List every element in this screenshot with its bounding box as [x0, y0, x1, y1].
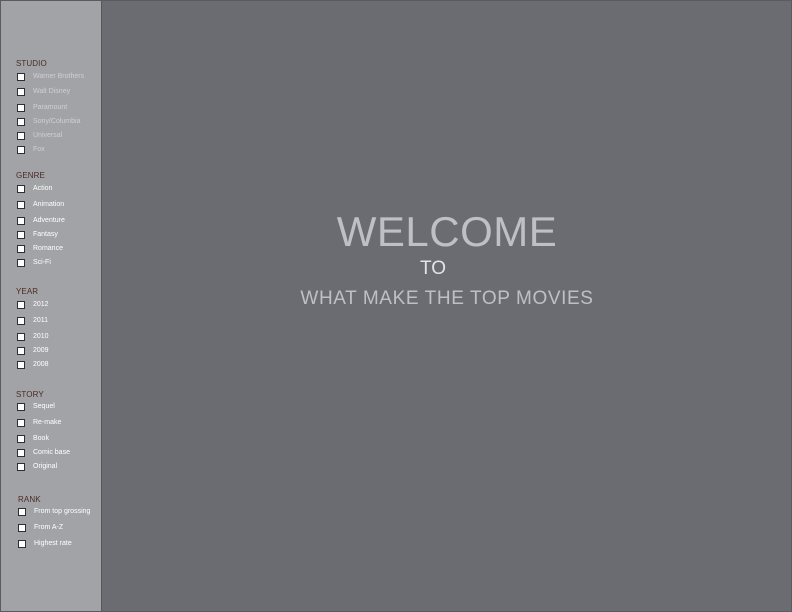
- option-label: Animation: [33, 201, 65, 208]
- studio-option-warner-brothers[interactable]: Warner Brothers: [17, 72, 84, 82]
- option-label: Action: [33, 185, 53, 192]
- option-label: Sequel: [33, 403, 55, 410]
- rank-section-title: RANK: [18, 495, 41, 504]
- checkbox[interactable]: [17, 435, 25, 443]
- studio-option-universal[interactable]: Universal: [17, 131, 62, 141]
- genre-option-fantasy[interactable]: Fantasy: [17, 230, 58, 240]
- year-section-title: YEAR: [16, 287, 39, 296]
- checkbox[interactable]: [17, 301, 25, 309]
- year-option-2010[interactable]: 2010: [17, 332, 49, 342]
- option-label: Sony/Columbia: [33, 118, 81, 125]
- story-option-original[interactable]: Original: [17, 462, 57, 472]
- app-window: STUDIO Warner Brothers Walt Disney Param…: [0, 0, 792, 612]
- option-label: Original: [33, 463, 58, 470]
- year-option-2008[interactable]: 2008: [17, 360, 49, 370]
- checkbox[interactable]: [17, 118, 25, 126]
- option-label: 2009: [33, 347, 49, 354]
- genre-option-adventure[interactable]: Adventure: [17, 216, 65, 226]
- welcome-heading: WELCOME: [336, 208, 558, 255]
- option-label: From top grossing: [34, 508, 91, 515]
- studio-option-paramount[interactable]: Paramount: [17, 103, 67, 113]
- checkbox[interactable]: [17, 259, 25, 267]
- checkbox[interactable]: [17, 146, 25, 154]
- option-label: Warner Brothers: [33, 73, 85, 80]
- checkbox[interactable]: [17, 347, 25, 355]
- checkbox[interactable]: [17, 361, 25, 369]
- checkbox[interactable]: [17, 104, 25, 112]
- story-option-re-make[interactable]: Re-make: [17, 418, 61, 428]
- genre-option-action[interactable]: Action: [17, 184, 52, 194]
- story-section-title: STORY: [16, 390, 44, 399]
- checkbox[interactable]: [18, 508, 26, 516]
- rank-option-highest-rate[interactable]: Highest rate: [18, 539, 72, 549]
- checkbox[interactable]: [17, 88, 25, 96]
- checkbox[interactable]: [17, 245, 25, 253]
- filter-sidebar: STUDIO Warner Brothers Walt Disney Param…: [1, 1, 101, 611]
- option-label: Sci-Fi: [33, 259, 51, 266]
- checkbox[interactable]: [17, 201, 25, 209]
- story-option-sequel[interactable]: Sequel: [17, 402, 55, 412]
- year-option-2011[interactable]: 2011: [17, 316, 48, 326]
- rank-option-a-z[interactable]: From A-Z: [18, 523, 63, 533]
- story-option-comic-base[interactable]: Comic base: [17, 448, 70, 458]
- main-content: WELCOME TO WHAT MAKE THE TOP MOVIES: [101, 1, 791, 611]
- genre-section-title: GENRE: [16, 171, 45, 180]
- checkbox[interactable]: [17, 185, 25, 193]
- studio-option-fox[interactable]: Fox: [17, 145, 45, 155]
- checkbox[interactable]: [17, 231, 25, 239]
- checkbox[interactable]: [17, 333, 25, 341]
- checkbox[interactable]: [18, 524, 26, 532]
- option-label: Comic base: [33, 449, 70, 456]
- option-label: Romance: [33, 245, 63, 252]
- welcome-to-text: TO: [419, 258, 447, 279]
- checkbox[interactable]: [17, 419, 25, 427]
- option-label: From A-Z: [34, 524, 64, 531]
- year-option-2009[interactable]: 2009: [17, 346, 49, 356]
- studio-option-walt-disney[interactable]: Walt Disney: [17, 87, 70, 97]
- option-label: Fantasy: [33, 231, 58, 238]
- option-label: Book: [33, 435, 49, 442]
- checkbox[interactable]: [17, 217, 25, 225]
- genre-option-animation[interactable]: Animation: [17, 200, 64, 210]
- story-option-book[interactable]: Book: [17, 434, 49, 444]
- genre-option-sci-fi[interactable]: Sci-Fi: [17, 258, 51, 268]
- checkbox[interactable]: [18, 540, 26, 548]
- option-label: Paramount: [33, 104, 68, 111]
- checkbox[interactable]: [17, 73, 25, 81]
- option-label: Walt Disney: [33, 88, 71, 95]
- option-label: Highest rate: [34, 540, 72, 547]
- checkbox[interactable]: [17, 132, 25, 140]
- option-label: Fox: [33, 146, 45, 153]
- studio-section-title: STUDIO: [16, 59, 47, 68]
- option-label: 2011: [33, 317, 49, 324]
- welcome-subtitle: WHAT MAKE THE TOP MOVIES: [300, 288, 594, 309]
- rank-option-top-grossing[interactable]: From top grossing: [18, 507, 90, 517]
- option-label: Re-make: [33, 419, 62, 426]
- checkbox[interactable]: [17, 317, 25, 325]
- genre-option-romance[interactable]: Romance: [17, 244, 63, 254]
- checkbox[interactable]: [17, 463, 25, 471]
- option-label: 2010: [33, 333, 49, 340]
- option-label: 2008: [33, 361, 49, 368]
- studio-option-sony-columbia[interactable]: Sony/Columbia: [17, 117, 80, 127]
- option-label: 2012: [33, 301, 49, 308]
- checkbox[interactable]: [17, 449, 25, 457]
- option-label: Adventure: [33, 217, 65, 224]
- year-option-2012[interactable]: 2012: [17, 300, 49, 310]
- option-label: Universal: [33, 132, 63, 139]
- checkbox[interactable]: [17, 403, 25, 411]
